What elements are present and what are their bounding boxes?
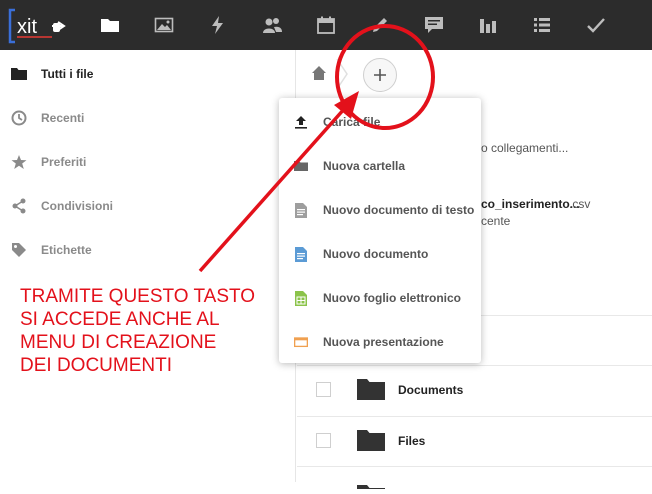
sidebar: Tutti i file Recenti Preferiti Condivisi…: [0, 50, 296, 482]
list-icon[interactable]: [530, 13, 554, 37]
folder-icon: [10, 65, 28, 83]
sidebar-item-label: Preferiti: [41, 155, 87, 169]
menu-item-new-folder[interactable]: Nuova cartella: [279, 144, 481, 188]
presentation-icon: [294, 334, 308, 350]
menu-item-new-document[interactable]: Nuovo documento: [279, 232, 481, 276]
menu-item-label: Nuovo documento di testo: [323, 203, 475, 217]
menu-item-upload-file[interactable]: Carica file: [279, 100, 481, 144]
partial-file-meta: cente: [481, 214, 511, 228]
bar-chart-icon[interactable]: [476, 13, 500, 37]
row-checkbox[interactable]: [316, 433, 331, 448]
sidebar-item-shares[interactable]: Condivisioni: [0, 184, 296, 228]
new-file-menu: Carica file Nuova cartella Nuovo documen…: [279, 98, 481, 363]
pencil-icon[interactable]: [368, 13, 392, 37]
top-navigation-bar: xit: [0, 0, 652, 50]
annotation-line: MENU DI CREAZIONE: [20, 332, 217, 353]
sidebar-item-tags[interactable]: Etichette: [0, 228, 296, 272]
folder-icon: [357, 428, 385, 452]
annotation-line: DEI DOCUMENTI: [20, 355, 172, 376]
sidebar-item-all-files[interactable]: Tutti i file: [0, 52, 296, 96]
file-extension: .csv: [569, 197, 591, 211]
spreadsheet-icon: [294, 290, 308, 306]
partial-file-text: o collegamenti...: [481, 141, 569, 155]
folder-icon: [294, 158, 308, 174]
breadcrumb-separator: [335, 58, 349, 90]
folder-icon[interactable]: [98, 13, 122, 37]
chat-icon[interactable]: [422, 13, 446, 37]
svg-text:xit: xit: [17, 16, 37, 38]
calendar-icon[interactable]: [314, 13, 338, 37]
sidebar-item-recent[interactable]: Recenti: [0, 96, 296, 140]
upload-icon: [294, 114, 308, 130]
app-logo[interactable]: xit: [6, 6, 76, 46]
contacts-icon[interactable]: [260, 13, 284, 37]
new-button[interactable]: [363, 58, 397, 92]
image-icon[interactable]: [152, 13, 176, 37]
share-icon: [10, 197, 28, 215]
folder-icon: [357, 377, 385, 401]
bolt-icon[interactable]: [206, 13, 230, 37]
sidebar-item-label: Etichette: [41, 243, 92, 257]
menu-item-new-presentation[interactable]: Nuova presentazione: [279, 320, 481, 364]
sidebar-item-label: Condivisioni: [41, 199, 113, 213]
annotation-text: TRAMITE QUESTO TASTO SI ACCEDE ANCHE AL …: [20, 285, 290, 377]
plus-icon: [374, 69, 386, 81]
annotation-line: SI ACCEDE ANCHE AL: [20, 309, 220, 330]
check-icon[interactable]: [584, 13, 608, 37]
sidebar-item-favorites[interactable]: Preferiti: [0, 140, 296, 184]
file-name[interactable]: Documents: [398, 383, 463, 397]
folder-icon: [357, 476, 385, 489]
row-checkbox[interactable]: [316, 382, 331, 397]
table-row[interactable]: Documents: [297, 365, 652, 415]
menu-item-label: Nuova cartella: [323, 159, 406, 173]
menu-item-new-text-document[interactable]: Nuovo documento di testo: [279, 188, 481, 232]
file-name[interactable]: Files: [398, 434, 425, 448]
document-icon: [294, 246, 308, 262]
table-row[interactable]: Files: [297, 416, 652, 466]
annotation-line: TRAMITE QUESTO TASTO: [20, 286, 256, 307]
menu-item-new-spreadsheet[interactable]: Nuovo foglio elettronico: [279, 276, 481, 320]
menu-item-label: Nuova presentazione: [323, 335, 444, 349]
home-icon[interactable]: [311, 65, 327, 81]
menu-item-label: Carica file: [323, 115, 381, 129]
clock-icon: [10, 109, 28, 127]
menu-item-label: Nuovo documento: [323, 247, 429, 261]
partial-file-name: co_inserimento...: [481, 197, 580, 211]
star-icon: [10, 153, 28, 171]
menu-item-label: Nuovo foglio elettronico: [323, 291, 461, 305]
sidebar-item-label: Tutti i file: [41, 67, 94, 81]
row-divider: [297, 466, 652, 467]
sidebar-item-label: Recenti: [41, 111, 85, 125]
text-file-icon: [294, 202, 308, 218]
tag-icon: [10, 241, 28, 259]
